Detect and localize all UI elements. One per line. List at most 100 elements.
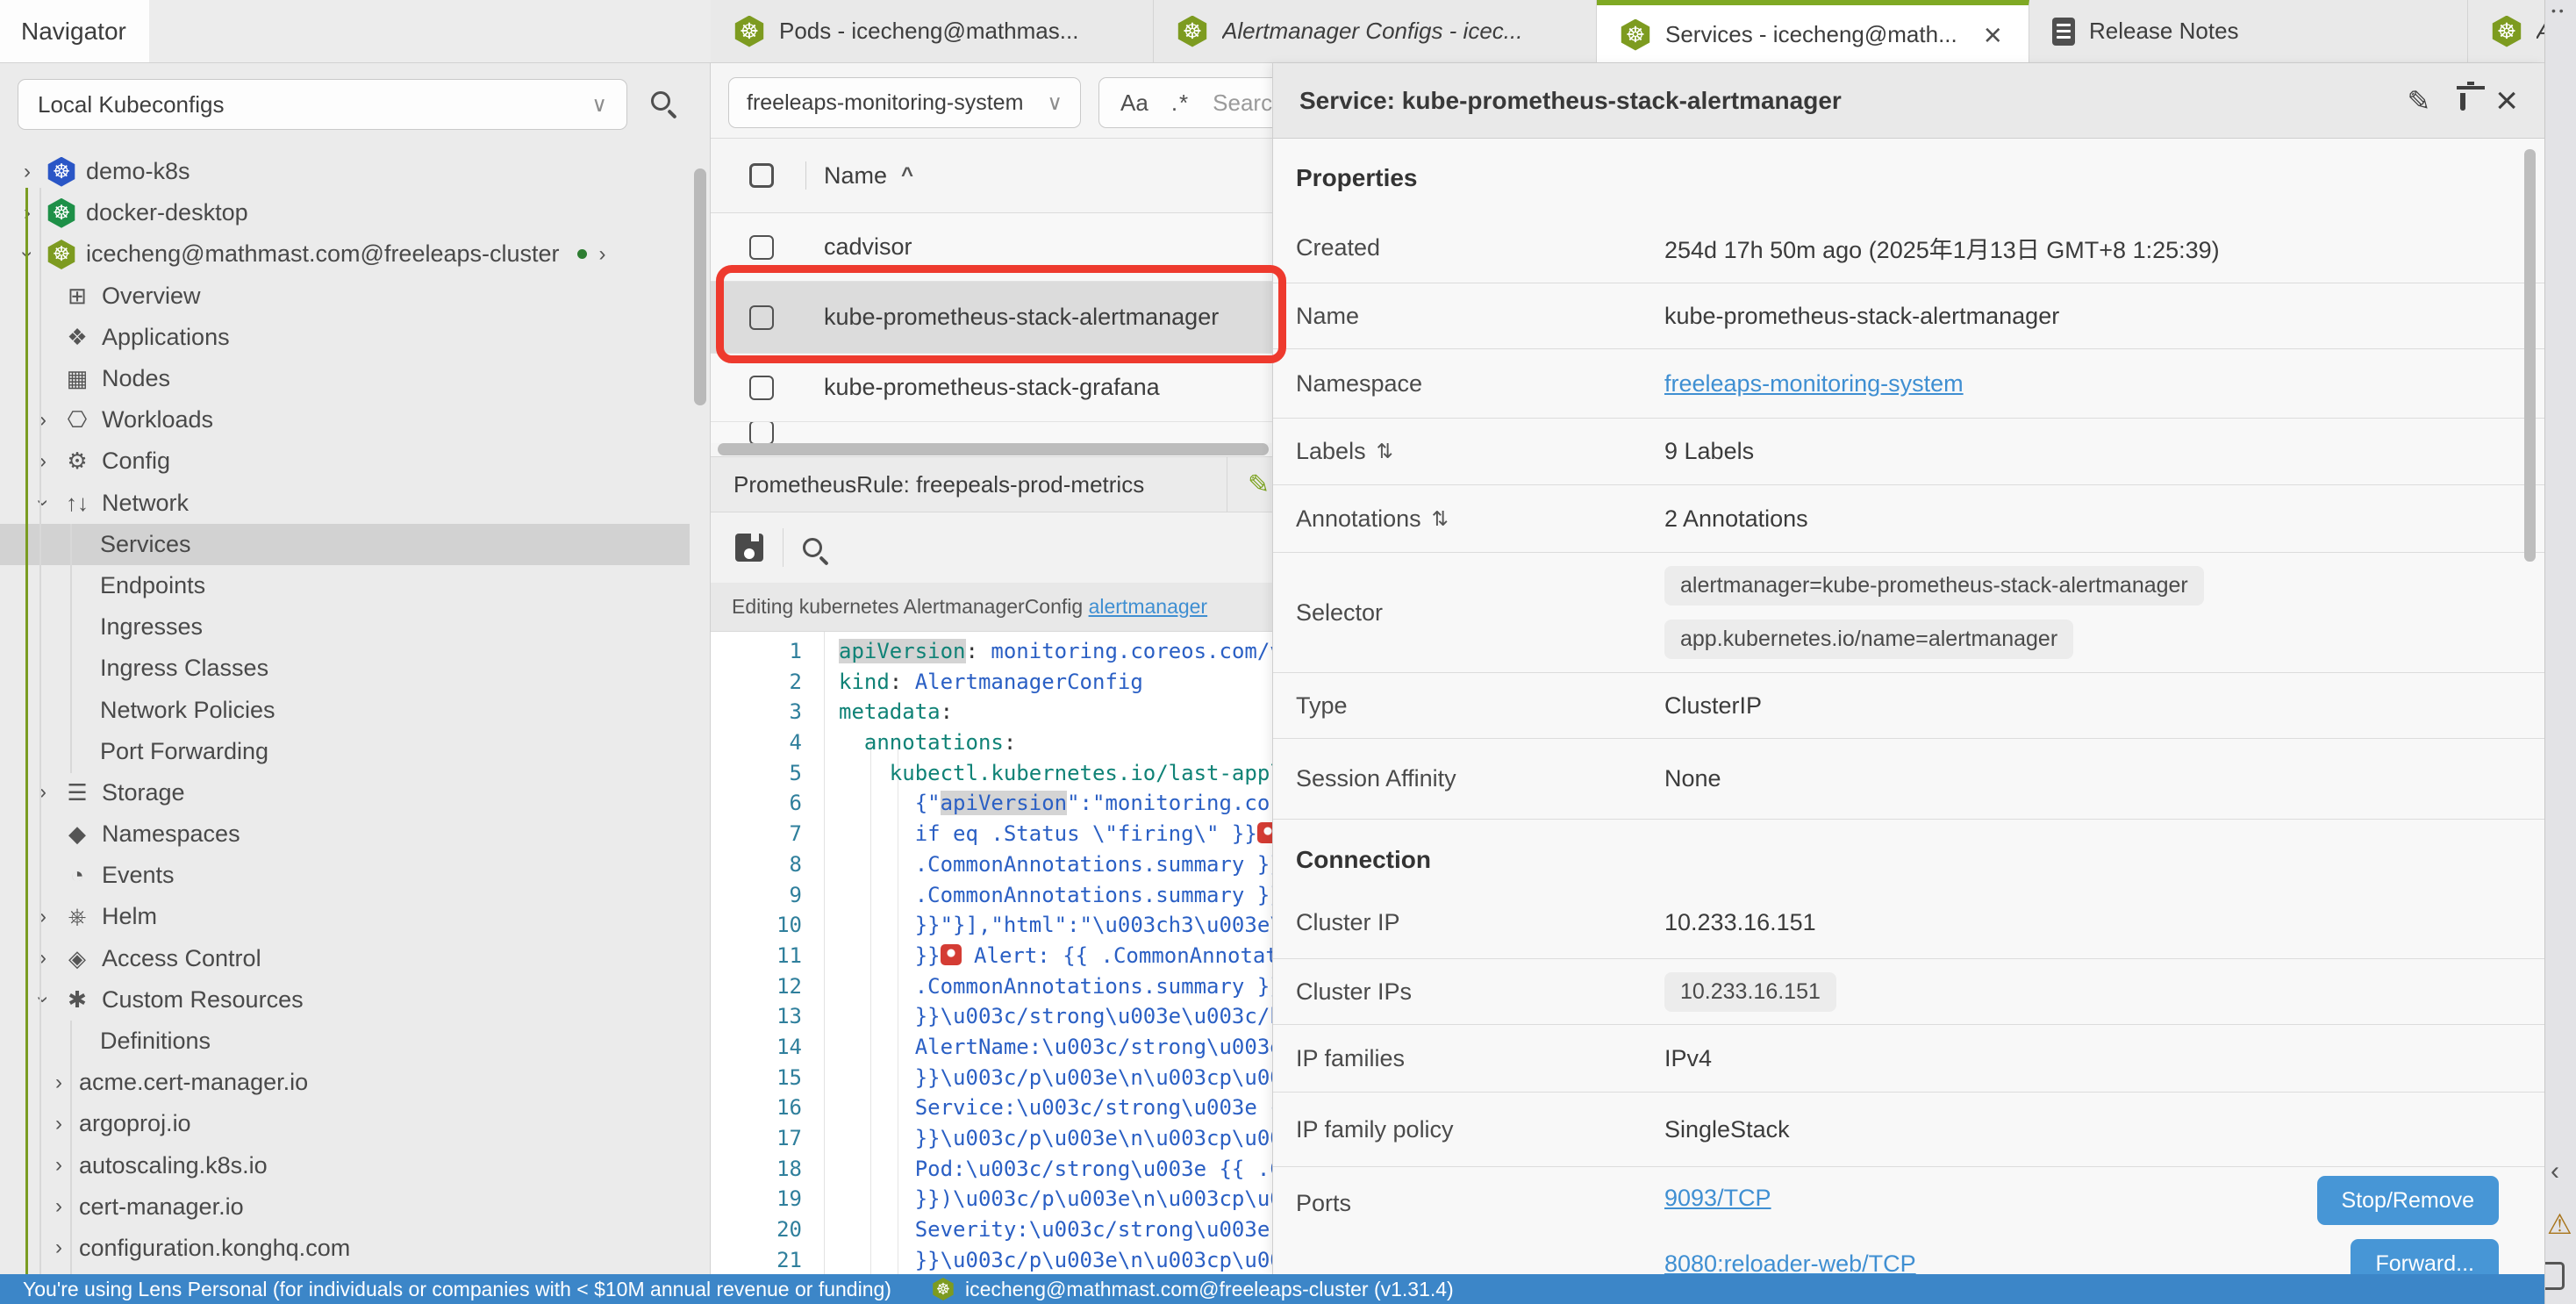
tab-services[interactable]: ☸Services - icecheng@math...×: [1597, 0, 2029, 62]
row-checkbox[interactable]: [749, 422, 774, 443]
sidebar-item-label: docker-desktop: [86, 199, 248, 226]
line-number: 14: [711, 1035, 825, 1065]
row-checkbox[interactable]: [749, 235, 774, 260]
line-number: 9: [711, 883, 825, 914]
line-content: AlertName:\u003c/strong\u003e: [825, 1035, 1283, 1065]
tab-label: Services - icecheng@math...: [1665, 21, 1957, 48]
sidebar-item-label: argoproj.io: [79, 1110, 191, 1137]
horizontal-scrollbar[interactable]: [718, 443, 1269, 455]
sidebar-item-namespaces[interactable]: ◆Namespaces: [0, 813, 710, 855]
kubeconfig-selector[interactable]: Local Kubeconfigs ∨: [18, 79, 627, 130]
sidebar-item-cert-manager-io[interactable]: ›cert-manager.io: [0, 1186, 710, 1228]
detail-link-namespace[interactable]: freeleaps-monitoring-system: [1664, 370, 1964, 398]
sort-toggle-icon[interactable]: ⇅: [1432, 507, 1449, 531]
tab-pods[interactable]: ☸Pods - icecheng@mathmas...: [711, 0, 1154, 62]
chip: 10.233.16.151: [1664, 972, 1836, 1012]
sidebar-item-network[interactable]: ›↑↓Network: [0, 483, 710, 524]
sidebar-item-overview[interactable]: ⊞Overview: [0, 276, 710, 317]
line-number: 16: [711, 1095, 825, 1126]
stop-remove-button[interactable]: Stop/Remove: [2317, 1176, 2499, 1225]
sidebar-item-ingresses[interactable]: Ingresses: [0, 606, 710, 648]
chevron-right-icon[interactable]: ›: [44, 1112, 74, 1136]
sidebar-item-nodes[interactable]: ▦Nodes: [0, 358, 710, 399]
sidebar-item-access-control[interactable]: ›◈Access Control: [0, 938, 710, 979]
column-header-name[interactable]: Name: [824, 162, 887, 190]
sidebar-item-workloads[interactable]: ›⎔Workloads: [0, 399, 710, 441]
namespace-selector-value: freeleaps-monitoring-system: [747, 90, 1023, 116]
chevron-right-icon[interactable]: ›: [28, 408, 58, 433]
detail-label: IP family policy: [1296, 1116, 1664, 1143]
active-cluster-text[interactable]: icecheng@mathmast.com@freeleaps-cluster …: [965, 1278, 1454, 1301]
detail-row-namespace: Namespacefreeleaps-monitoring-system: [1273, 349, 2544, 419]
close-tab-icon[interactable]: ×: [1984, 19, 2002, 51]
tab-alertmanager-configs[interactable]: ☸Alertmanager Configs - icec...: [1154, 0, 1597, 62]
chevron-right-icon[interactable]: ›: [44, 1071, 74, 1095]
access-control-icon: ◈: [58, 945, 97, 972]
chevron-right-icon[interactable]: ›: [28, 946, 58, 971]
close-drawer-icon[interactable]: ×: [2495, 82, 2518, 120]
sidebar-item-port-forwarding[interactable]: Port Forwarding: [0, 731, 710, 772]
chevron-right-icon[interactable]: ›: [28, 780, 58, 805]
sidebar-item-network-policies[interactable]: Network Policies: [0, 689, 710, 730]
sidebar-item-icecheng-mathmast-com-freeleaps-cluster[interactable]: ›☸icecheng@mathmast.com@freeleaps-cluste…: [0, 233, 710, 275]
sidebar-item-custom-resources[interactable]: ›✱Custom Resources: [0, 979, 710, 1021]
sidebar-item-argoproj-io[interactable]: ›argoproj.io: [0, 1103, 710, 1144]
tab-release-notes[interactable]: Release Notes: [2029, 0, 2468, 62]
sidebar-item-applications[interactable]: ❖Applications: [0, 317, 710, 358]
sort-toggle-icon[interactable]: ⇅: [1377, 440, 1393, 463]
save-icon[interactable]: [735, 534, 763, 562]
regex-toggle[interactable]: .*: [1171, 90, 1190, 117]
row-checkbox[interactable]: [749, 376, 774, 400]
sidebar-scrollbar[interactable]: [694, 168, 706, 405]
sidebar-item-label: Access Control: [102, 945, 261, 972]
forward-button[interactable]: Forward...: [2351, 1239, 2499, 1274]
section-heading-properties: Properties: [1273, 139, 2544, 213]
port-link-9093-tcp[interactable]: 9093/TCP: [1664, 1185, 1916, 1212]
breadcrumb-link[interactable]: alertmanager: [1089, 595, 1208, 619]
sidebar-item-acme-cert-manager-io[interactable]: ›acme.cert-manager.io: [0, 1062, 710, 1103]
editor-search-icon[interactable]: [803, 538, 822, 557]
edit-service-icon[interactable]: ✎: [2407, 84, 2430, 118]
sidebar-item-docker-desktop[interactable]: ›☸docker-desktop: [0, 192, 710, 233]
detail-label: IP families: [1296, 1045, 1664, 1072]
edit-pencil-icon[interactable]: ✎: [1248, 469, 1270, 500]
sidebar-item-endpoints[interactable]: Endpoints: [0, 565, 710, 606]
select-all-checkbox[interactable]: [749, 163, 774, 188]
sidebar-item-services[interactable]: Services: [0, 524, 690, 565]
chevron-right-icon[interactable]: ›: [599, 242, 606, 267]
search-icon[interactable]: [651, 91, 670, 111]
chevron-right-icon[interactable]: ›: [44, 1236, 74, 1260]
match-case-toggle[interactable]: Aa: [1120, 90, 1148, 117]
port-link-8080-reloader-web-tcp[interactable]: 8080:reloader-web/TCP: [1664, 1250, 1916, 1274]
sidebar-item-storage[interactable]: ›☰Storage: [0, 772, 710, 813]
chevron-right-icon[interactable]: ›: [44, 1153, 74, 1178]
sidebar-item-autoscaling-k8s-io[interactable]: ›autoscaling.k8s.io: [0, 1145, 710, 1186]
chevron-down-icon[interactable]: ›: [31, 985, 55, 1014]
line-number: 19: [711, 1186, 825, 1217]
sidebar-item-ingress-classes[interactable]: Ingress Classes: [0, 648, 710, 689]
detail-label: Session Affinity: [1296, 765, 1664, 792]
namespace-selector[interactable]: freeleaps-monitoring-system ∨: [728, 77, 1081, 128]
chevron-right-icon[interactable]: ›: [12, 160, 42, 184]
helm-icon: ⎈: [58, 903, 97, 931]
sidebar-item-configuration-konghq-com[interactable]: ›configuration.konghq.com: [0, 1228, 710, 1269]
sidebar-item-demo-k8s[interactable]: ›☸demo-k8s: [0, 151, 710, 192]
chevron-right-icon[interactable]: ›: [44, 1194, 74, 1219]
row-checkbox[interactable]: [749, 305, 774, 330]
chevron-right-icon[interactable]: ›: [28, 905, 58, 929]
section-heading-connection: Connection: [1273, 820, 2544, 886]
delete-service-icon[interactable]: [2460, 93, 2465, 111]
detail-row-name: Namekube-prometheus-stack-alertmanager: [1273, 283, 2544, 349]
sidebar-item-definitions[interactable]: Definitions: [0, 1021, 710, 1062]
sidebar-item-events[interactable]: ◔Events: [0, 855, 710, 896]
sidebar-item-config[interactable]: ›⚙Config: [0, 441, 710, 482]
sort-asc-icon[interactable]: ^: [901, 163, 913, 188]
sidebar-item-helm[interactable]: ›⎈Helm: [0, 896, 710, 937]
drawer-scrollbar[interactable]: [2524, 149, 2536, 562]
events-icon: ◔: [58, 862, 97, 889]
tab-partial[interactable]: ☸A: [2468, 0, 2544, 62]
sidebar-item-label: Endpoints: [100, 572, 205, 599]
chevron-down-icon[interactable]: ›: [31, 488, 55, 518]
chevron-right-icon[interactable]: ›: [28, 449, 58, 474]
sidebar-item-label: Storage: [102, 779, 185, 806]
